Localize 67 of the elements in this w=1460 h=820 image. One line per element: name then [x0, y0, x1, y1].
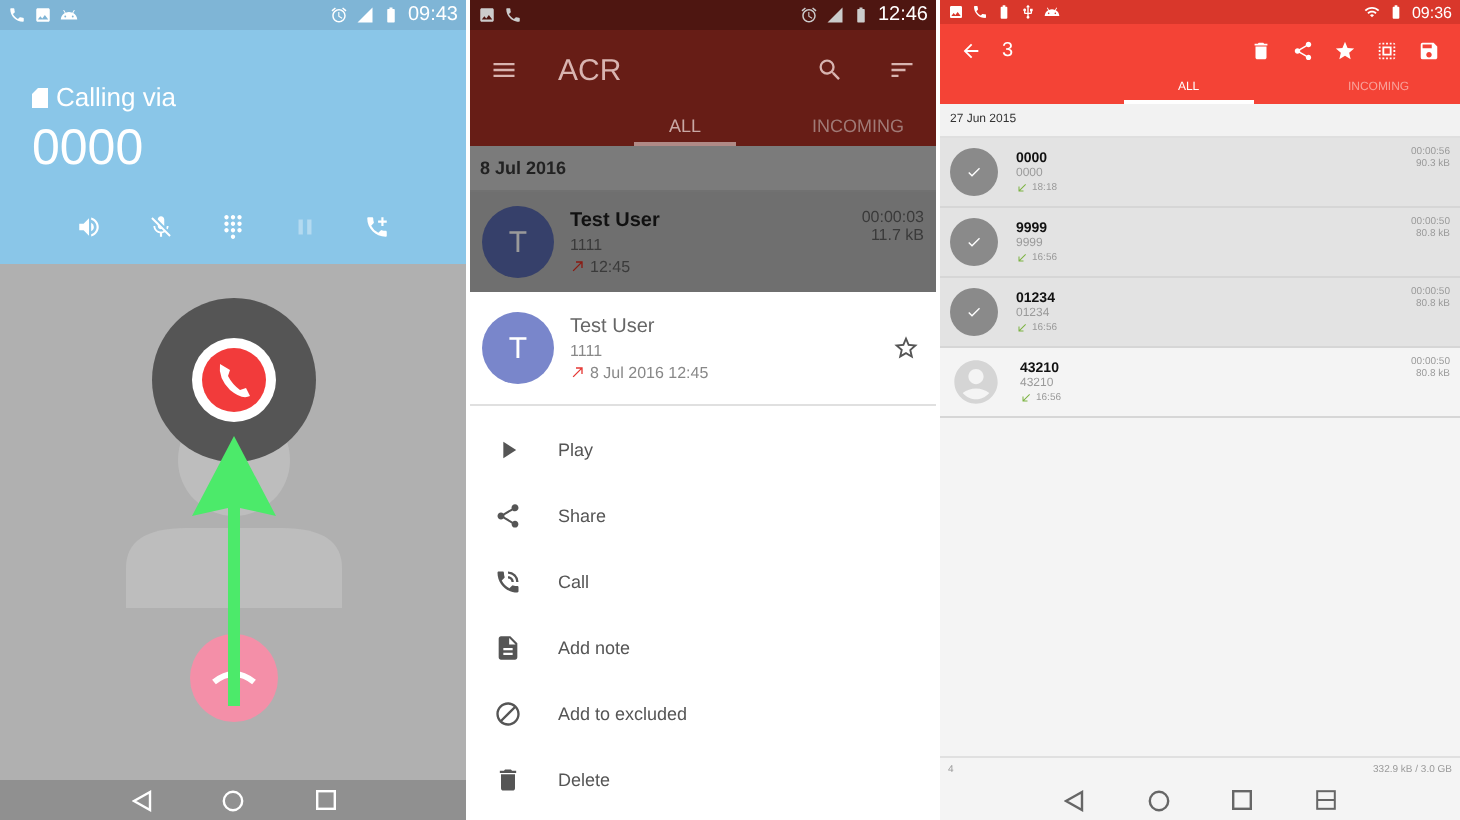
- contact-avatar-icon: [950, 356, 1002, 408]
- phone-icon: [504, 6, 522, 24]
- android-icon: [1044, 4, 1060, 20]
- selection-count: 3: [1002, 39, 1014, 61]
- phone-icon: [972, 4, 988, 20]
- contact-name: Test User: [570, 315, 657, 337]
- answer-button-icon[interactable]: [152, 298, 316, 462]
- menu-item[interactable]: Share: [470, 482, 936, 548]
- search-icon[interactable]: [816, 56, 844, 84]
- battery-icon: [851, 6, 870, 24]
- outgoing-call-icon: [570, 258, 586, 274]
- alarm-icon: [799, 6, 818, 24]
- outgoing-call-icon: [570, 364, 586, 380]
- status-time: 12:46: [877, 4, 928, 26]
- home-icon[interactable]: [1147, 789, 1170, 811]
- call-date: 8 Jul 2016 12:45: [590, 363, 709, 381]
- menu-item[interactable]: Call: [470, 548, 936, 614]
- app-title: ACR: [558, 53, 622, 87]
- contact-number: 1111: [570, 341, 605, 359]
- incoming-call-icon: [1016, 251, 1028, 263]
- share-icon: [494, 501, 522, 529]
- date-header: 8 Jul 2016: [470, 146, 936, 192]
- menu-item[interactable]: Play: [470, 416, 936, 482]
- signal-icon: [355, 6, 374, 24]
- status-time: 09:36: [1411, 3, 1452, 21]
- image-icon: [948, 4, 964, 20]
- contact-avatar: T: [482, 206, 554, 278]
- back-arrow-icon[interactable]: [960, 39, 982, 61]
- phone-icon: [8, 6, 26, 24]
- usb-icon: [1020, 4, 1036, 20]
- delete-icon: [494, 765, 522, 793]
- selected-check-avatar: [950, 218, 998, 266]
- contact-name: Test User: [570, 209, 662, 231]
- back-icon[interactable]: [1063, 789, 1084, 811]
- incoming-call-icon: [1016, 321, 1028, 333]
- star-icon[interactable]: [1334, 39, 1356, 61]
- block-icon: [494, 699, 522, 727]
- signal-icon: [825, 6, 844, 24]
- selected-check-avatar: [950, 148, 998, 196]
- save-icon[interactable]: [1418, 39, 1440, 61]
- wifi-icon: [1363, 4, 1380, 20]
- menu-item[interactable]: Add note: [470, 614, 936, 680]
- call-icon: [494, 567, 522, 595]
- select-all-icon[interactable]: [1376, 39, 1398, 61]
- android-icon: [60, 6, 78, 24]
- calling-label: Calling via: [56, 82, 176, 112]
- note-icon: [494, 633, 522, 661]
- call-number: 0000: [32, 120, 146, 178]
- status-time: 09:43: [407, 4, 458, 26]
- image-icon: [34, 6, 52, 24]
- sim-card-icon: [32, 87, 48, 107]
- delete-icon[interactable]: [1250, 39, 1272, 61]
- battery-icon: [1387, 4, 1404, 20]
- incoming-call-icon: [1016, 181, 1028, 193]
- menu-item[interactable]: Delete: [470, 746, 936, 812]
- contact-avatar: T: [482, 312, 554, 384]
- menu-item[interactable]: Add to excluded: [470, 680, 936, 746]
- split-screen-icon[interactable]: [1316, 790, 1337, 810]
- battery-icon: [996, 4, 1012, 20]
- selected-check-avatar: [950, 288, 998, 336]
- battery-icon: [381, 6, 400, 24]
- star-icon[interactable]: [892, 334, 920, 362]
- image-icon: [478, 6, 496, 24]
- incoming-call-icon: [1020, 391, 1032, 403]
- share-icon[interactable]: [1292, 39, 1314, 61]
- alarm-icon: [329, 6, 348, 24]
- recents-icon[interactable]: [1232, 790, 1253, 810]
